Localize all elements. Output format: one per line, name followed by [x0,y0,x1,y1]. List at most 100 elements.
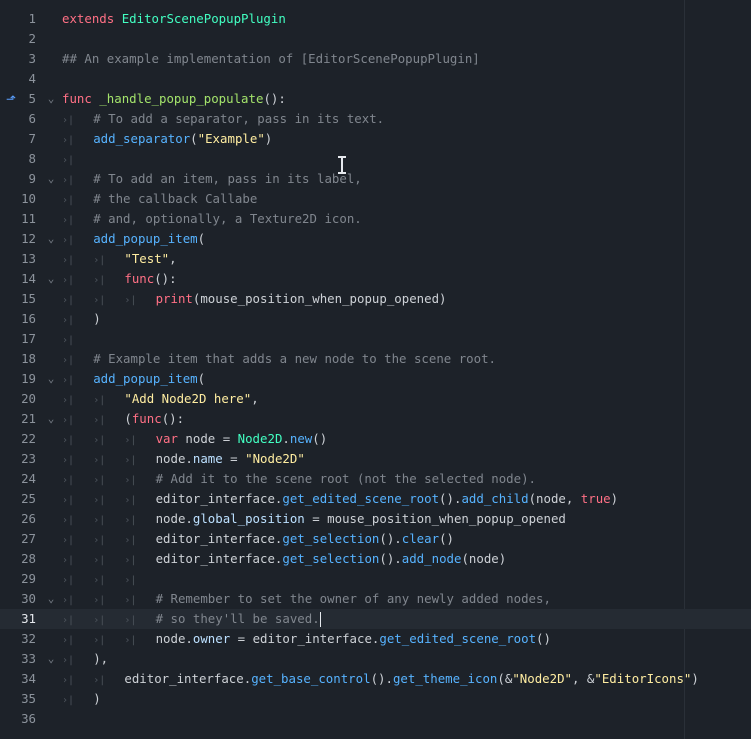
code-text[interactable]: ›| ›| "Add Node2D here", [62,389,259,411]
code-line[interactable]: 8 ›| [0,149,751,169]
code-text[interactable]: ›| # and, optionally, a Texture2D icon. [62,209,362,231]
code-text[interactable]: ›|), [62,649,108,671]
fold-chevron-icon[interactable]: ⌄ [45,169,57,189]
code-token: (): [263,90,286,106]
code-text[interactable]: ›| # the callback Callabe [62,189,257,211]
code-token: func [131,410,162,426]
code-line[interactable]: 15 ›| ›| ›| print(mouse_position_when_popup_… [0,289,751,309]
code-token: = mouse_position_when_popup_opened [304,510,566,526]
code-text[interactable]: ›| ›| ›| editor_interface.get_selection().c… [62,529,454,551]
code-line[interactable]: 34 ›| ›| editor_interface.get_base_control(… [0,669,751,689]
tab-indent-marker: ›| [62,294,75,306]
code-line[interactable]: 22 ›| ›| ›| var node = Node2D.new() [0,429,751,449]
code-text[interactable]: func _handle_popup_populate(): [62,89,286,109]
code-line[interactable]: 6 ›| # To add a separator, pass in its tex… [0,109,751,129]
line-number: 10 [21,190,36,206]
code-line[interactable]: 18 ›| # Example item that adds a new node … [0,349,751,369]
code-text[interactable]: ›| [62,149,93,171]
code-text[interactable]: ›| ›| ›| [62,569,156,591]
code-line[interactable]: 14 ⌄ ›| ›| func(): [0,269,751,289]
code-token: ) [264,130,273,146]
code-line[interactable]: 33 ⌄ ›|), [0,649,751,669]
code-text[interactable]: ›| # To add an item, pass in its label, [62,169,362,191]
code-text[interactable]: ›| ›| editor_interface.get_base_control().… [62,669,699,691]
code-text[interactable]: ›| add_separator("Example") [62,129,272,151]
code-text[interactable]: ›| ›| (func(): [62,409,184,431]
fold-chevron-icon[interactable]: ⌄ [45,649,57,669]
code-line[interactable]: 25 ›| ›| ›| editor_interface.get_edited_scen… [0,489,751,509]
code-text[interactable]: ›| ›| ›| # Add it to the scene root (not th… [62,469,536,491]
code-line[interactable]: 27 ›| ›| ›| editor_interface.get_selection()… [0,529,751,549]
code-line[interactable]: ⬏ 5 ⌄ func _handle_popup_populate(): [0,89,751,109]
code-line[interactable]: 17 ›| [0,329,751,349]
code-line[interactable]: 16 ›|) [0,309,751,329]
code-token: extends [62,10,115,26]
code-text[interactable]: ›| ›| ›| var node = Node2D.new() [62,429,327,451]
code-text[interactable]: ›| ›| ›| editor_interface.get_selection().a… [62,549,506,571]
code-token: get_edited_scene_root [282,490,440,506]
code-line[interactable]: 10 ›| # the callback Callabe [0,189,751,209]
code-line[interactable]: 1 extends EditorScenePopupPlugin [0,9,751,29]
code-line[interactable]: 3 ## An example implementation of [Editor… [0,49,751,69]
code-line[interactable]: 23 ›| ›| ›| node.name = "Node2D" [0,449,751,469]
tab-indent-marker: ›| [93,514,106,526]
code-text[interactable]: ## An example implementation of [EditorS… [62,49,480,69]
fold-chevron-icon[interactable]: ⌄ [45,409,57,429]
fold-chevron-icon[interactable]: ⌄ [45,89,57,109]
code-line[interactable]: 7 ›| add_separator("Example") [0,129,751,149]
code-text[interactable]: ›| # To add a separator, pass in its text… [62,109,384,131]
code-line[interactable]: 36 [0,709,751,729]
code-line[interactable]: 28 ›| ›| ›| editor_interface.get_selection()… [0,549,751,569]
tab-indent-marker: ›| [124,454,137,466]
code-line[interactable]: 29 ›| ›| ›| [0,569,751,589]
code-line[interactable]: 24 ›| ›| ›| # Add it to the scene root (not … [0,469,751,489]
code-token: (). [379,550,402,566]
code-text[interactable]: ›| ›| ›| editor_interface.get_edited_scene_… [62,489,618,511]
tab-indent-marker: ›| [62,674,75,686]
code-editor[interactable]: 1 extends EditorScenePopupPlugin 2 3 ## An e… [0,0,751,739]
code-line[interactable]: 4 [0,69,751,89]
tab-indent-marker: ›| [124,574,137,586]
code-text[interactable]: ›| add_popup_item( [62,229,205,251]
code-text[interactable]: ›| ›| func(): [62,269,177,291]
code-line[interactable]: 9 ⌄ ›| # To add an item, pass in its label, [0,169,751,189]
code-line[interactable]: 19 ⌄ ›| add_popup_item( [0,369,751,389]
code-line[interactable]: 20 ›| ›| "Add Node2D here", [0,389,751,409]
code-text[interactable]: ›| ›| ›| node.global_position = mouse_posit… [62,509,566,531]
code-text[interactable]: ›| ›| ›| print(mouse_position_when_popup_op… [62,289,447,311]
code-line[interactable]: 26 ›| ›| ›| node.global_position = mouse_pos… [0,509,751,529]
fold-chevron-icon[interactable]: ⌄ [45,229,57,249]
code-line[interactable]: 11 ›| # and, optionally, a Texture2D icon. [0,209,751,229]
fold-chevron-icon[interactable]: ⌄ [45,269,57,289]
code-token: "Add Node2D here" [124,390,252,406]
code-line[interactable]: 13 ›| ›| "Test", [0,249,751,269]
code-text[interactable]: ›| ›| "Test", [62,249,177,271]
code-token: editor_interface. [124,670,252,686]
code-line[interactable]: 21 ⌄ ›| ›| (func(): [0,409,751,429]
code-line[interactable]: 35 ›|) [0,689,751,709]
tab-indent-marker: ›| [124,434,137,446]
code-text[interactable]: ›| add_popup_item( [62,369,205,391]
code-text[interactable]: ›| [62,329,93,351]
tab-indent-marker: ›| [62,494,75,506]
fold-chevron-icon[interactable]: ⌄ [45,369,57,389]
code-text[interactable]: ›|) [62,689,101,711]
code-line[interactable]: 30 ⌄ ›| ›| ›| # Remember to set the owner of … [0,589,751,609]
code-line[interactable]: 12 ⌄ ›| add_popup_item( [0,229,751,249]
code-text[interactable]: extends EditorScenePopupPlugin [62,9,286,29]
code-text[interactable]: ›| ›| ›| # so they'll be saved. [62,609,321,631]
tab-indent-marker: ›| [124,534,137,546]
code-text[interactable]: ›| ›| ›| # Remember to set the owner of any… [62,589,551,611]
code-line[interactable]: 31 ›| ›| ›| # so they'll be saved. [0,608,751,631]
code-line[interactable]: 32 ›| ›| ›| node.owner = editor_interface.ge… [0,629,751,649]
code-text[interactable]: ›| # Example item that adds a new node to… [62,349,496,371]
tab-indent-marker: ›| [62,474,75,486]
code-text[interactable]: ›| ›| ›| node.name = "Node2D" [62,449,305,471]
code-text[interactable]: ›| ›| ›| node.owner = editor_interface.get_… [62,629,551,651]
fold-chevron-icon[interactable]: ⌄ [45,589,57,609]
code-text[interactable]: ›|) [62,309,101,331]
code-token: node = [177,430,238,446]
code-line[interactable]: 2 [0,29,751,49]
tab-indent-marker: ›| [93,294,106,306]
code-token: editor_interface. [155,530,283,546]
